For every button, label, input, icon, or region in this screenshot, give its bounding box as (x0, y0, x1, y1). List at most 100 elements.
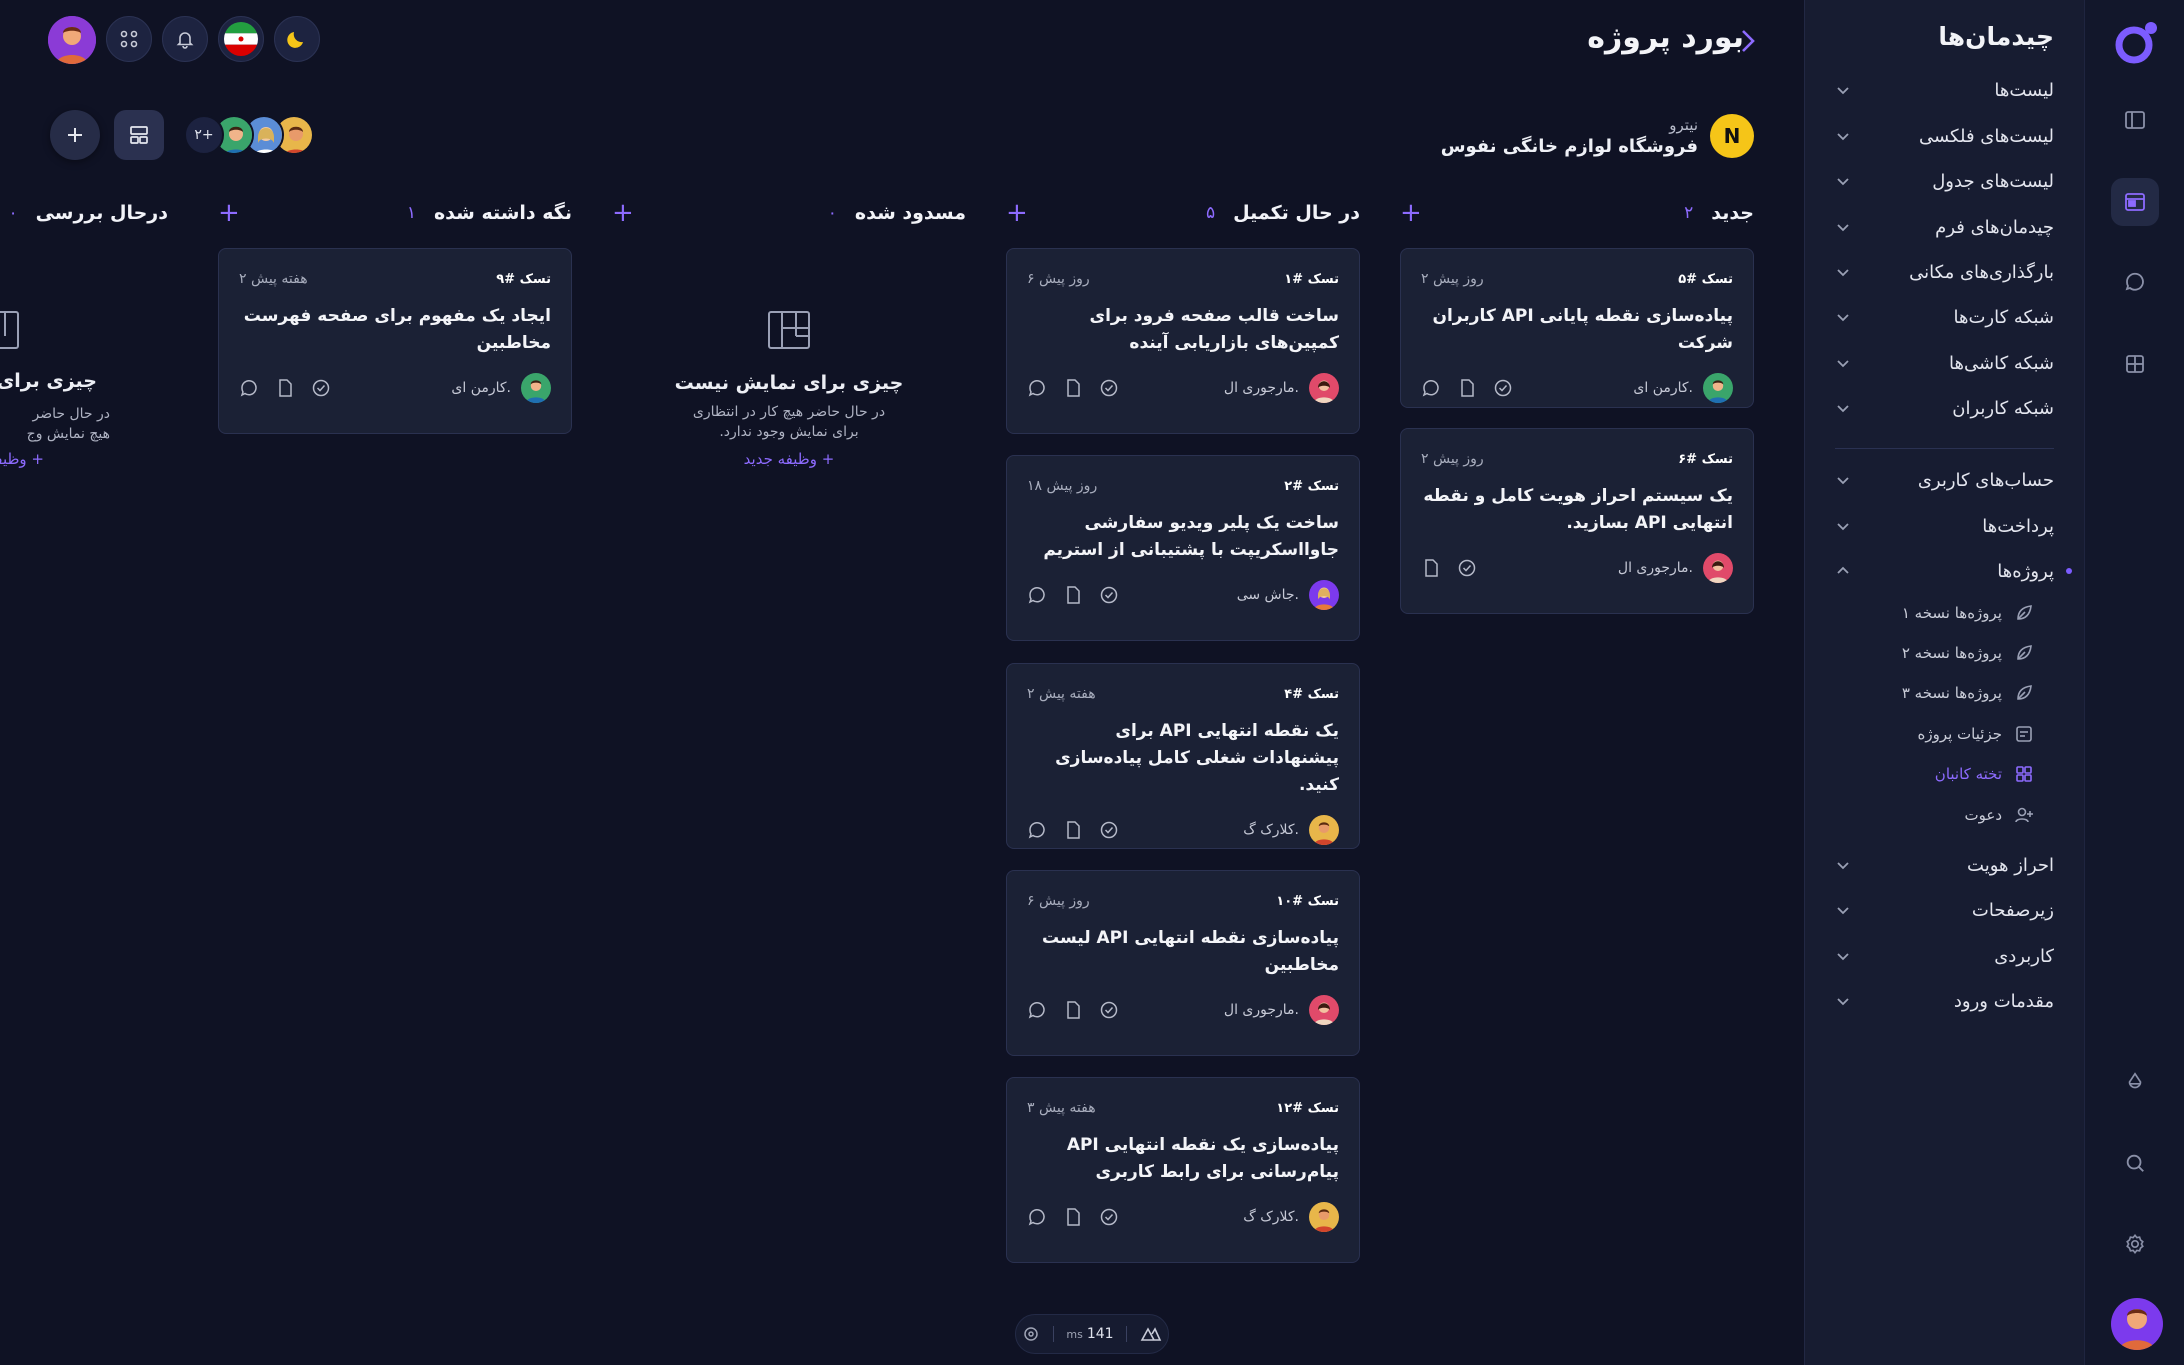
sidebar-menu: چیدمان‌ها لیست‌ها لیست‌های فلکسی لیست‌ها… (1804, 0, 2084, 1365)
menu-payments[interactable]: پرداخت‌ها (1835, 506, 2054, 546)
sub-label: دعوت (1964, 806, 2003, 824)
check-circle-icon[interactable] (1493, 378, 1513, 398)
task-card[interactable]: تسک #۴ ۲ هفته پیش یک نقطه انتهایی API برا… (1006, 663, 1360, 849)
empty-title: چیزی برای نمایش نیست (674, 372, 904, 394)
sub-project-details[interactable]: جزئیات پروژه (1917, 715, 2034, 753)
menu-utility[interactable]: کاربردی (1835, 936, 2054, 976)
chevron-down-icon (1837, 953, 1849, 961)
target-icon[interactable] (1022, 1325, 1040, 1343)
comment-icon[interactable] (1027, 1207, 1047, 1227)
sub-projects-v2[interactable]: پروژه‌ها نسخه ۲ (1902, 634, 2034, 672)
check-circle-icon[interactable] (1099, 820, 1119, 840)
task-title: پیاده‌سازی نقطه پایانی API کاربران شرکت (1432, 306, 1733, 353)
chevron-down-icon (1837, 314, 1849, 322)
task-card[interactable]: تسک #۱۰ ۶ روز پیش پیاده‌سازی نقطه انتهایی… (1006, 870, 1360, 1056)
sidebar-toggle-icon[interactable] (2111, 96, 2159, 144)
comment-icon[interactable] (1027, 1000, 1047, 1020)
theme-drop-icon[interactable] (2111, 1058, 2159, 1106)
sub-projects-v1[interactable]: پروژه‌ها نسخه ۱ (1902, 594, 2034, 632)
task-card[interactable]: تسک #۶ ۲ روز پیش یک سیستم احراز هویت کامل… (1400, 428, 1754, 614)
new-task-link[interactable]: + وظیفه جدید (612, 450, 966, 468)
file-icon[interactable] (1063, 378, 1083, 398)
check-circle-icon[interactable] (311, 378, 331, 398)
menu-table-lists[interactable]: لیست‌های جدول (1835, 161, 2054, 201)
file-icon[interactable] (1063, 585, 1083, 605)
menu-lists[interactable]: لیست‌ها (1835, 70, 2054, 110)
chevron-down-icon (1837, 87, 1849, 95)
theme-toggle-button[interactable] (274, 16, 320, 62)
profile-avatar[interactable] (48, 16, 96, 64)
app-logo-icon[interactable] (2113, 20, 2159, 66)
file-icon[interactable] (1063, 820, 1083, 840)
sidebar-title: چیدمان‌ها (1938, 22, 2054, 51)
file-icon[interactable] (1457, 378, 1477, 398)
file-icon[interactable] (1063, 1000, 1083, 1020)
company-subtitle: نیترو (1669, 115, 1698, 134)
sub-invite[interactable]: دعوت (1965, 796, 2035, 834)
file-icon[interactable] (1063, 1207, 1083, 1227)
member-avatars[interactable]: ۲+ (184, 115, 314, 155)
menu-skeleton-loaders[interactable]: بارگذاری‌های مکانی (1835, 252, 2054, 292)
file-icon[interactable] (1421, 558, 1441, 578)
more-members-badge[interactable]: ۲+ (184, 115, 224, 155)
task-card[interactable]: تسک #۹ ۲ هفته پیش ایجاد یک مفهوم برای صفح… (218, 248, 572, 434)
language-button[interactable] (218, 16, 264, 62)
add-task-plus-icon[interactable]: + (1400, 200, 1422, 226)
task-card[interactable]: تسک #۲ ۱۸ روز پیش ساخت یک پلیر ویدیو سفار… (1006, 455, 1360, 641)
column-count: ۱ (406, 203, 416, 223)
grid-icon[interactable] (2111, 340, 2159, 388)
sub-kanban-board[interactable]: تخته کانبان (1935, 755, 2034, 793)
comment-icon[interactable] (239, 378, 259, 398)
check-circle-icon[interactable] (1099, 378, 1119, 398)
empty-title: چیزی برای نم (0, 370, 97, 392)
task-card[interactable]: تسک #۱۲ ۳ هفته پیش پیاده‌سازی یک نقطه انت… (1006, 1077, 1360, 1263)
assignee-name: کلارک گ. (1243, 822, 1299, 838)
check-circle-icon[interactable] (1457, 558, 1477, 578)
check-circle-icon[interactable] (1099, 585, 1119, 605)
assignee-name: مارجوری ال. (1223, 1002, 1299, 1018)
task-card[interactable]: تسک #۱ ۶ روز پیش ساخت قالب صفحه فرود برای… (1006, 248, 1360, 434)
layout-toggle-button[interactable] (114, 110, 164, 160)
notifications-button[interactable] (162, 16, 208, 62)
chat-icon[interactable] (2111, 258, 2159, 306)
divider (1052, 1326, 1054, 1342)
sub-label: پروژه‌ها نسخه ۳ (1901, 684, 2002, 702)
menu-auth[interactable]: احراز هویت (1835, 845, 2054, 885)
add-task-plus-icon[interactable]: + (1006, 200, 1028, 226)
apps-button[interactable] (106, 16, 152, 62)
menu-card-grid[interactable]: شبکه کارت‌ها (1835, 297, 2054, 337)
flag-iran-icon (224, 22, 258, 56)
comment-icon[interactable] (1027, 820, 1047, 840)
column-header-on-hold: نگه داشته شده ۱ + (218, 198, 572, 228)
check-circle-icon[interactable] (1099, 1000, 1119, 1020)
apps-grid-icon (120, 30, 138, 48)
menu-form-layouts[interactable]: چیدمان‌های فرم (1835, 207, 2054, 247)
layouts-icon[interactable] (2111, 178, 2159, 226)
check-circle-icon[interactable] (1099, 1207, 1119, 1227)
search-icon[interactable] (2111, 1139, 2159, 1187)
settings-gear-icon[interactable] (2111, 1220, 2159, 1268)
assignee-avatar (1309, 580, 1339, 610)
sub-projects-v3[interactable]: پروژه‌ها نسخه ۳ (1902, 674, 2034, 712)
menu-user-grid[interactable]: شبکه کاربران (1835, 388, 2054, 428)
menu-subpages[interactable]: زیرصفحات (1835, 890, 2054, 930)
comment-icon[interactable] (1027, 378, 1047, 398)
menu-flex-lists[interactable]: لیست‌های فلکسی (1835, 116, 2054, 156)
chevron-down-icon (1837, 405, 1849, 413)
menu-accounts[interactable]: حساب‌های کاربری (1835, 460, 2054, 500)
nuxt-logo-icon[interactable] (1140, 1326, 1162, 1342)
add-button[interactable] (50, 110, 100, 160)
comment-icon[interactable] (1421, 378, 1441, 398)
comment-icon[interactable] (1027, 585, 1047, 605)
menu-tile-grid[interactable]: شبکه کاشی‌ها (1835, 343, 2054, 383)
menu-onboarding[interactable]: مقدمات ورود (1835, 981, 2054, 1021)
menu-projects[interactable]: پروژه‌ها (1835, 551, 2072, 591)
task-card[interactable]: تسک #۵ ۲ روز پیش پیاده‌سازی نقطه پایانی A… (1400, 248, 1754, 408)
task-title: یک سیستم احراز هویت کامل و نقطه انتهایی … (1423, 486, 1733, 533)
add-task-plus-icon[interactable]: + (612, 200, 634, 226)
file-icon[interactable] (275, 378, 295, 398)
add-task-plus-icon[interactable]: + (218, 200, 240, 226)
menu-label: شبکه کاشی‌ها (1949, 352, 2054, 374)
new-task-link[interactable]: + وظیفه (0, 450, 44, 468)
user-avatar[interactable] (2111, 1298, 2163, 1350)
